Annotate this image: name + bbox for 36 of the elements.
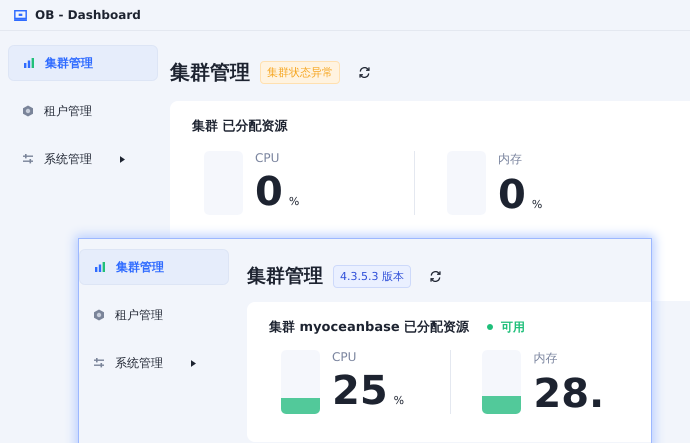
hexagon-icon bbox=[22, 105, 34, 117]
hexagon-icon bbox=[93, 309, 105, 321]
refresh-icon[interactable] bbox=[358, 66, 371, 78]
card-title: 集群 已分配资源 bbox=[192, 118, 288, 135]
metric-label: CPU bbox=[255, 151, 280, 165]
page-title: 集群管理 bbox=[247, 264, 323, 289]
metric-value: 25 bbox=[332, 368, 388, 414]
sidebar-item[interactable]: 租户管理 bbox=[79, 297, 229, 333]
sliders-icon bbox=[93, 357, 105, 369]
bar-chart-icon bbox=[23, 57, 35, 69]
status-badge: 集群状态异常 bbox=[260, 60, 340, 84]
unit-label: % bbox=[532, 198, 542, 211]
card-title: 集群 myoceanbase 已分配资源 bbox=[269, 319, 470, 336]
app-title: OB - Dashboard bbox=[35, 8, 141, 22]
sidebar-item[interactable]: 租户管理 bbox=[8, 93, 158, 129]
usage-gauge bbox=[281, 350, 320, 414]
metric-value: 0 bbox=[498, 172, 526, 218]
logo-icon bbox=[14, 10, 27, 20]
status-text: 可用 bbox=[501, 318, 526, 336]
metric-value: 28. bbox=[533, 371, 604, 417]
status-badge: 4.3.5.3 版本 bbox=[333, 264, 411, 288]
refresh-icon[interactable] bbox=[428, 270, 442, 282]
metric-label: 内存 bbox=[533, 350, 558, 367]
sidebar-item[interactable]: 集群管理 bbox=[8, 45, 158, 81]
metric-label: 内存 bbox=[498, 151, 523, 168]
sidebar-item[interactable]: 集群管理 bbox=[79, 249, 229, 285]
metric-value: 0 bbox=[255, 169, 283, 215]
page-title: 集群管理 bbox=[170, 58, 250, 86]
metric-label: CPU bbox=[332, 350, 358, 364]
unit-label: % bbox=[394, 394, 404, 407]
bar-chart-icon bbox=[94, 261, 106, 273]
usage-gauge bbox=[482, 350, 522, 414]
unit-label: % bbox=[288, 195, 300, 208]
sliders-icon bbox=[22, 153, 34, 165]
sidebar-item[interactable]: 系统管理 bbox=[79, 345, 229, 381]
sidebar-item[interactable]: 系统管理 bbox=[8, 141, 158, 177]
